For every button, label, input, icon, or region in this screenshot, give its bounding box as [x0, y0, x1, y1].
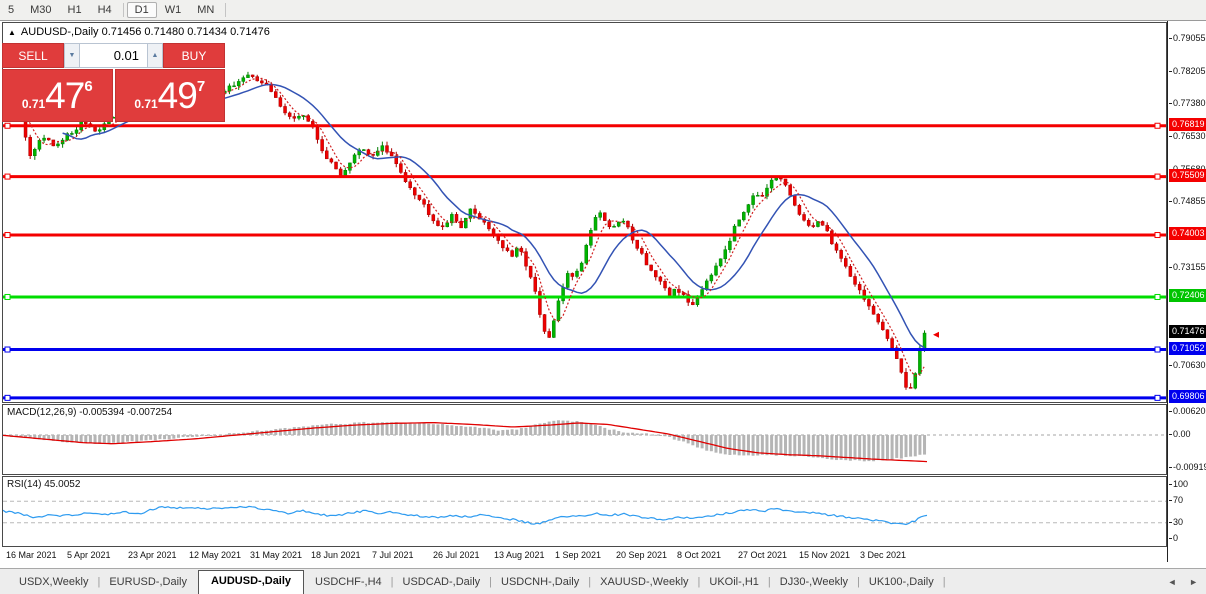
date-tick-label: 27 Oct 2021: [738, 550, 788, 560]
timeframe-button-d1[interactable]: D1: [126, 2, 157, 18]
chart-ohlc-values: 0.71456 0.71480 0.71434 0.71476: [101, 26, 270, 38]
timeframe-button-5[interactable]: 5: [0, 2, 22, 18]
last-trade-marker: [933, 331, 939, 338]
chart-tab-usdchf-h4[interactable]: USDCHF-,H4: [306, 572, 391, 594]
buy-button[interactable]: BUY: [163, 43, 225, 68]
lot-decrease-button[interactable]: ▼: [64, 43, 80, 68]
level-price-badge: 0.74003: [1169, 227, 1206, 241]
macd-label: MACD(12,26,9) -0.005394 -0.007254: [7, 407, 173, 418]
lot-increase-button[interactable]: ▲: [147, 43, 163, 68]
fast-ma-line: [25, 77, 926, 377]
sell-button[interactable]: SELL: [2, 43, 64, 68]
price-tick-label: 0.79055: [1169, 33, 1206, 43]
timeframe-button-h4[interactable]: H4: [90, 2, 120, 18]
macd-tick-label: 0.006201: [1169, 406, 1206, 416]
current-price-badge: 0.71476: [1169, 325, 1206, 339]
timeframe-button-mn[interactable]: MN: [189, 2, 222, 18]
tab-divider: |: [942, 576, 946, 588]
chart-tab-dj30-weekly[interactable]: DJ30-,Weekly: [771, 572, 857, 594]
level-price-badge: 0.75509: [1169, 168, 1206, 182]
sell-price-prefix: 0.71: [21, 96, 46, 111]
date-tick-label: 5 Apr 2021: [67, 550, 111, 560]
date-tick-label: 1 Sep 2021: [555, 550, 602, 560]
chart-tab-eurusd-daily[interactable]: EURUSD-,Daily: [100, 572, 196, 594]
chart-tab-audusd-daily[interactable]: AUDUSD-,Daily: [197, 570, 305, 594]
lot-size-input[interactable]: 0.01: [80, 43, 147, 68]
slow-ma-line: [62, 83, 925, 349]
buy-price-pips: 7: [196, 78, 206, 95]
date-tick-label: 31 May 2021: [250, 550, 303, 560]
sell-price-big: 47: [45, 75, 85, 116]
mt4-terminal-window: 5 M30 H1 H4 D1 W1 MN ▲ AUDUSD-,Daily 0.71456 0.…: [0, 0, 1206, 594]
level-price-badge: 0.76819: [1169, 117, 1206, 131]
price-axis-scale[interactable]: 0.790550.782050.773800.765300.756800.748…: [1167, 21, 1206, 562]
macd-indicator-panel[interactable]: [2, 404, 1167, 475]
price-tick-label: 0.70630: [1169, 359, 1206, 370]
price-tick-label: 0.73155: [1169, 261, 1206, 272]
rsi-tick-label: 100: [1168, 479, 1189, 489]
toolbar-separator: [122, 3, 124, 17]
toolbar-separator: [225, 3, 227, 17]
rsi-canvas[interactable]: [3, 477, 1166, 546]
date-tick-label: 3 Dec 2021: [860, 550, 907, 560]
level-price-badge: 0.71052: [1169, 341, 1206, 355]
timeframe-button-h1[interactable]: H1: [60, 2, 90, 18]
one-click-trading-panel: SELL ▼ 0.01 ▲ BUY 0.71 47 6 0.71 49 7: [2, 43, 225, 122]
date-tick-label: 16 Mar 2021: [6, 550, 57, 560]
time-axis-scale[interactable]: 16 Mar 2021 5 Apr 2021 23 Apr 2021 12 May 2…: [2, 547, 1167, 565]
buy-price-big: 49: [157, 75, 198, 116]
macd-tick-label: -0.00919: [1169, 462, 1206, 472]
chart-tab-bar: USDX,Weekly | EURUSD-,Daily AUDUSD-,Daily US…: [0, 568, 1206, 594]
sell-price-pips: 6: [84, 78, 93, 95]
chart-tab-usdcnh-daily[interactable]: USDCNH-,Daily: [492, 572, 588, 594]
tab-scroll-nav: ◄ ►: [1158, 577, 1198, 587]
date-tick-label: 7 Jul 2021: [372, 550, 414, 560]
date-tick-label: 20 Sep 2021: [616, 550, 668, 560]
chart-tab-usdx-weekly[interactable]: USDX,Weekly: [10, 572, 97, 594]
chart-tab-usdcad-daily[interactable]: USDCAD-,Daily: [394, 572, 490, 594]
rsi-indicator-panel[interactable]: [2, 476, 1167, 547]
date-tick-label: 12 May 2021: [189, 550, 242, 560]
collapse-icon[interactable]: ▲: [8, 28, 16, 37]
timeframe-button-m30[interactable]: M30: [22, 2, 59, 18]
price-tick-label: 0.78205: [1169, 65, 1206, 76]
timeframe-toolbar: 5 M30 H1 H4 D1 W1 MN: [0, 0, 1206, 21]
level-price-badge: 0.72406: [1169, 288, 1206, 302]
macd-canvas[interactable]: [3, 405, 1166, 474]
macd-tick-label: 0.00: [1169, 429, 1191, 439]
date-tick-label: 26 Jul 2021: [433, 550, 480, 560]
date-tick-label: 23 Apr 2021: [128, 550, 177, 560]
price-tick-label: 0.74855: [1169, 195, 1206, 206]
sell-price-tile[interactable]: 0.71 47 6: [2, 69, 113, 122]
chart-tab-uk100-daily[interactable]: UK100-,Daily: [860, 572, 943, 594]
buy-price-prefix: 0.71: [134, 96, 158, 111]
date-tick-label: 13 Aug 2021: [494, 550, 545, 560]
chart-symbol-label: AUDUSD-,Daily: [20, 26, 99, 38]
rsi-tick-label: 0: [1168, 533, 1179, 543]
rsi-line: [3, 505, 928, 526]
chart-tab-ukoil-h1[interactable]: UKOil-,H1: [700, 572, 768, 594]
rsi-tick-label: 30: [1168, 516, 1184, 527]
level-price-badge: 0.69806: [1169, 389, 1206, 403]
date-tick-label: 18 Jun 2021: [311, 550, 361, 560]
chart-title: ▲ AUDUSD-,Daily 0.71456 0.71480 0.71434 0…: [8, 26, 270, 38]
price-tick-label: 0.76530: [1169, 130, 1206, 141]
timeframe-button-w1[interactable]: W1: [157, 2, 190, 18]
price-tick-label: 0.77380: [1169, 97, 1206, 108]
buy-price-tile[interactable]: 0.71 49 7: [114, 69, 225, 122]
tab-scroll-left-icon[interactable]: ◄: [1168, 577, 1177, 587]
tab-scroll-right-icon[interactable]: ►: [1189, 577, 1198, 587]
date-tick-label: 15 Nov 2021: [799, 550, 851, 560]
chart-tab-xauusd-weekly[interactable]: XAUUSD-,Weekly: [591, 572, 697, 594]
rsi-label: RSI(14) 45.0052: [7, 479, 81, 490]
date-tick-label: 8 Oct 2021: [677, 550, 722, 560]
rsi-tick-label: 70: [1168, 495, 1184, 506]
